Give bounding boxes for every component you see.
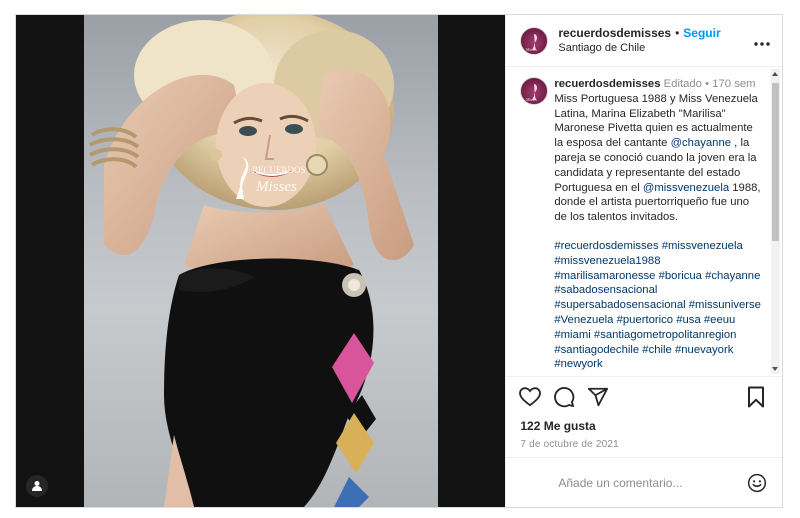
comment-input[interactable] <box>556 474 746 491</box>
action-bar <box>506 377 782 417</box>
user-tag-icon[interactable] <box>26 475 48 497</box>
heart-icon[interactable] <box>518 385 542 409</box>
header-text: recuerdosdemisses • Seguir Santiago de C… <box>558 26 720 56</box>
watermark-logo: RECUERDOS Misses <box>230 153 310 203</box>
watermark-text-bottom: Misses <box>255 179 297 195</box>
watermark-text-top: RECUERDOS <box>252 165 306 175</box>
follow-button[interactable]: Seguir <box>683 26 720 41</box>
hashtag-link[interactable]: #eeuu <box>704 314 735 326</box>
mention-missvenezuela[interactable]: @missvenezuela <box>643 182 729 194</box>
scroll-down-arrow[interactable] <box>772 367 778 371</box>
hashtag-link[interactable]: #missuniverse <box>689 299 761 311</box>
smiley-icon[interactable] <box>746 472 768 494</box>
caption-time[interactable]: 170 sem <box>712 78 755 90</box>
caption-edited: Editado <box>663 78 702 90</box>
hashtag-link[interactable]: #santiagometropolitanregion <box>594 329 737 341</box>
hashtag-link[interactable]: #chile <box>642 344 672 356</box>
paper-plane-icon[interactable] <box>586 385 610 409</box>
add-comment-bar <box>506 457 782 507</box>
scroll-thumb[interactable] <box>772 83 779 241</box>
caption-avatar[interactable]: Misses <box>520 77 549 105</box>
post-header: Misses recuerdosdemisses • Seguir Santia… <box>506 15 782 67</box>
caption-meta-dot: • <box>705 78 710 90</box>
hashtag-link[interactable]: #boricua <box>659 270 702 282</box>
hashtag-link[interactable]: #chayanne <box>705 270 760 282</box>
post-date[interactable]: 7 de octubre de 2021 <box>506 435 782 455</box>
username-link[interactable]: recuerdosdemisses <box>558 26 671 41</box>
comments-scrollbar[interactable] <box>771 69 780 374</box>
header-row: recuerdosdemisses • Seguir <box>558 26 720 41</box>
hashtag-link[interactable]: #marilisamaronesse <box>554 270 655 282</box>
comment-bubble-icon[interactable] <box>552 385 576 409</box>
mention-chayanne[interactable]: @chayanne <box>671 137 731 149</box>
hashtag-link[interactable]: #recuerdosdemisses <box>554 240 658 252</box>
hashtag-link[interactable]: #nuevayork <box>675 344 733 356</box>
hashtag-link[interactable]: #puertorico <box>617 314 674 326</box>
hashtag-link[interactable]: #santiagodechile <box>554 344 639 356</box>
svg-text:Misses: Misses <box>526 97 538 102</box>
caption-body: recuerdosdemisses Editado • 170 sem Miss… <box>554 77 764 372</box>
location-link[interactable]: Santiago de Chile <box>558 41 720 56</box>
hashtag-link[interactable]: #usa <box>676 314 701 326</box>
post-sidebar: Misses recuerdosdemisses • Seguir Santia… <box>505 15 782 507</box>
svg-text:Misses: Misses <box>526 47 538 52</box>
hashtag-link[interactable]: #Venezuela <box>554 314 613 326</box>
hashtag-list: #recuerdosdemisses #missvenezuela #missv… <box>554 239 764 372</box>
post-photo[interactable]: RECUERDOS Misses <box>84 15 438 507</box>
scroll-up-arrow[interactable] <box>772 72 778 76</box>
more-horizontal-icon[interactable] <box>754 33 770 51</box>
bookmark-icon[interactable] <box>744 385 768 409</box>
hashtag-link[interactable]: #sabadosensacional <box>554 284 657 296</box>
photo-illustration <box>89 15 414 507</box>
instagram-post: RECUERDOS Misses Misses recuerdosdemisse… <box>15 14 783 508</box>
hashtag-link[interactable]: #missvenezuela1988 <box>554 255 660 267</box>
hashtag-link[interactable]: #newyork <box>554 358 602 370</box>
likes-count[interactable]: 122 Me gusta <box>506 417 782 435</box>
separator-dot: • <box>675 25 680 40</box>
hashtag-link[interactable]: #supersabadosensacional <box>554 299 685 311</box>
caption: Misses recuerdosdemisses Editado • 170 s… <box>520 77 766 372</box>
caption-username[interactable]: recuerdosdemisses <box>554 78 660 90</box>
hashtag-link[interactable]: #miami <box>554 329 590 341</box>
comments-area[interactable]: Misses recuerdosdemisses Editado • 170 s… <box>506 67 782 377</box>
post-media[interactable]: RECUERDOS Misses <box>16 15 506 507</box>
hashtag-link[interactable]: #missvenezuela <box>662 240 743 252</box>
avatar[interactable]: Misses <box>520 26 549 55</box>
